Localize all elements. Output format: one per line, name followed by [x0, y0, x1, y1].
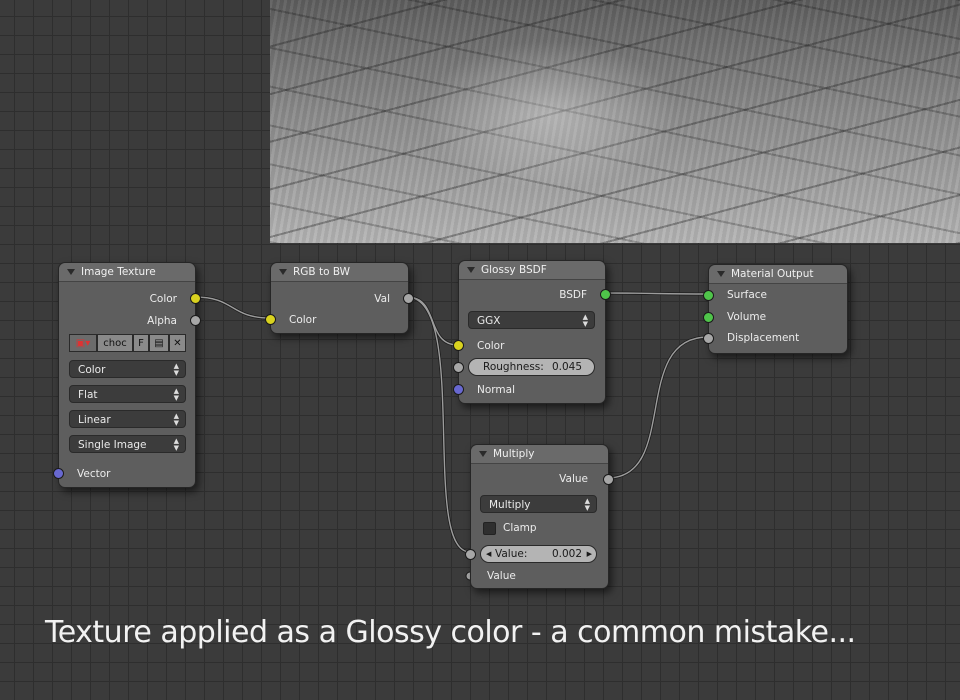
dropdown-value: GGX	[477, 315, 501, 327]
node-header[interactable]: Multiply	[471, 445, 608, 464]
node-title: RGB to BW	[293, 266, 351, 278]
input-volume-label: Volume	[727, 311, 767, 323]
node-header[interactable]: Image Texture	[59, 263, 195, 282]
input-vector-label: Vector	[77, 468, 111, 480]
image-texture-node[interactable]: Image Texture Color Alpha ▣▾ choc F ▤ ✕ …	[53, 262, 201, 488]
image-name-field[interactable]: choc	[97, 334, 133, 352]
projection-dropdown[interactable]: Flat ▲ ▼	[69, 385, 186, 403]
input-color-label: Color	[289, 314, 317, 326]
output-value-label: Value	[559, 473, 588, 485]
collapse-triangle-icon[interactable]	[717, 271, 725, 277]
output-bsdf-label: BSDF	[559, 289, 587, 301]
value-label: Value:	[495, 548, 528, 560]
output-value-socket[interactable]	[603, 474, 614, 485]
updown-arrows-icon: ▲ ▼	[582, 313, 588, 328]
link-line	[606, 336, 709, 479]
collapse-triangle-icon[interactable]	[467, 267, 475, 273]
extension-dropdown[interactable]: Single Image ▲ ▼	[69, 435, 186, 453]
input-normal-socket[interactable]	[453, 384, 464, 395]
color-space-dropdown[interactable]: Color ▲ ▼	[69, 360, 186, 378]
node-title: Image Texture	[81, 266, 156, 278]
input-normal-label: Normal	[477, 384, 515, 396]
updown-arrows-icon: ▲ ▼	[173, 362, 179, 377]
decrement-arrow-icon[interactable]: ◀	[486, 546, 491, 562]
collapse-triangle-icon[interactable]	[67, 269, 75, 275]
updown-arrows-icon: ▲ ▼	[173, 412, 179, 427]
dropdown-value: Color	[78, 364, 106, 376]
input-surface-socket[interactable]	[703, 290, 714, 301]
node-title: Multiply	[493, 448, 535, 460]
node-header[interactable]: RGB to BW	[271, 263, 408, 282]
output-val-socket[interactable]	[403, 293, 414, 304]
input-displacement-socket[interactable]	[703, 333, 714, 344]
dropdown-value: Single Image	[78, 439, 147, 451]
operation-dropdown[interactable]: Multiply ▲ ▼	[480, 495, 597, 513]
input-volume-socket[interactable]	[703, 312, 714, 323]
roughness-value: 0.045	[551, 361, 582, 373]
image-browse-icon[interactable]: ▣▾	[69, 334, 97, 352]
rgb-to-bw-node[interactable]: RGB to BW Val Color	[265, 262, 414, 334]
node-title: Glossy BSDF	[481, 264, 547, 276]
value-number: 0.002	[551, 548, 582, 560]
updown-arrows-icon: ▲ ▼	[173, 387, 179, 402]
input-color-socket[interactable]	[453, 340, 464, 351]
output-bsdf-socket[interactable]	[600, 289, 611, 300]
open-image-icon[interactable]: ▤	[149, 334, 169, 352]
dropdown-value: Multiply	[489, 499, 531, 511]
dropdown-value: Linear	[78, 414, 111, 426]
input-surface-label: Surface	[727, 289, 768, 301]
value-field[interactable]: ◀ Value: 0.002 ▶	[480, 545, 597, 563]
multiply-node[interactable]: Multiply Value Multiply ▲ ▼ Clamp ◀ Value:…	[465, 444, 614, 589]
output-alpha-socket[interactable]	[190, 315, 201, 326]
input-color-label: Color	[477, 340, 505, 352]
input-value2-label: Value	[487, 570, 516, 582]
roughness-label: Roughness:	[483, 361, 544, 373]
interpolation-dropdown[interactable]: Linear ▲ ▼	[69, 410, 186, 428]
input-value1-socket[interactable]	[465, 549, 476, 560]
input-vector-socket[interactable]	[53, 468, 64, 479]
output-alpha-label: Alpha	[147, 315, 177, 327]
fake-user-button[interactable]: F	[133, 334, 149, 352]
unlink-image-icon[interactable]: ✕	[169, 334, 186, 352]
updown-arrows-icon: ▲ ▼	[584, 497, 590, 512]
material-output-node[interactable]: Material Output Surface Volume Displacem…	[703, 264, 848, 354]
output-color-label: Color	[149, 293, 177, 305]
collapse-triangle-icon[interactable]	[279, 269, 287, 275]
roughness-slider[interactable]: Roughness: 0.045	[468, 358, 595, 376]
link-line	[194, 296, 271, 319]
link-multiply-to-displacement	[606, 335, 709, 480]
output-val-label: Val	[374, 293, 390, 305]
glossy-bsdf-node[interactable]: Glossy BSDF BSDF GGX ▲ ▼ Color Roughness: …	[453, 260, 611, 404]
input-color-socket[interactable]	[265, 314, 276, 325]
clamp-checkbox[interactable]	[483, 522, 496, 535]
caption-text: Texture applied as a Glossy color - a co…	[45, 615, 856, 650]
node-title: Material Output	[731, 268, 814, 280]
distribution-dropdown[interactable]: GGX ▲ ▼	[468, 311, 595, 329]
output-color-socket[interactable]	[190, 293, 201, 304]
increment-arrow-icon[interactable]: ▶	[587, 546, 592, 562]
clamp-label: Clamp	[503, 522, 537, 534]
node-header[interactable]: Material Output	[709, 265, 847, 284]
collapse-triangle-icon[interactable]	[479, 451, 487, 457]
image-selector: ▣▾ choc F ▤ ✕	[69, 334, 186, 352]
node-header[interactable]: Glossy BSDF	[459, 261, 605, 280]
input-displacement-label: Displacement	[727, 332, 800, 344]
updown-arrows-icon: ▲ ▼	[173, 437, 179, 452]
input-roughness-socket[interactable]	[453, 362, 464, 373]
dropdown-value: Flat	[78, 389, 98, 401]
